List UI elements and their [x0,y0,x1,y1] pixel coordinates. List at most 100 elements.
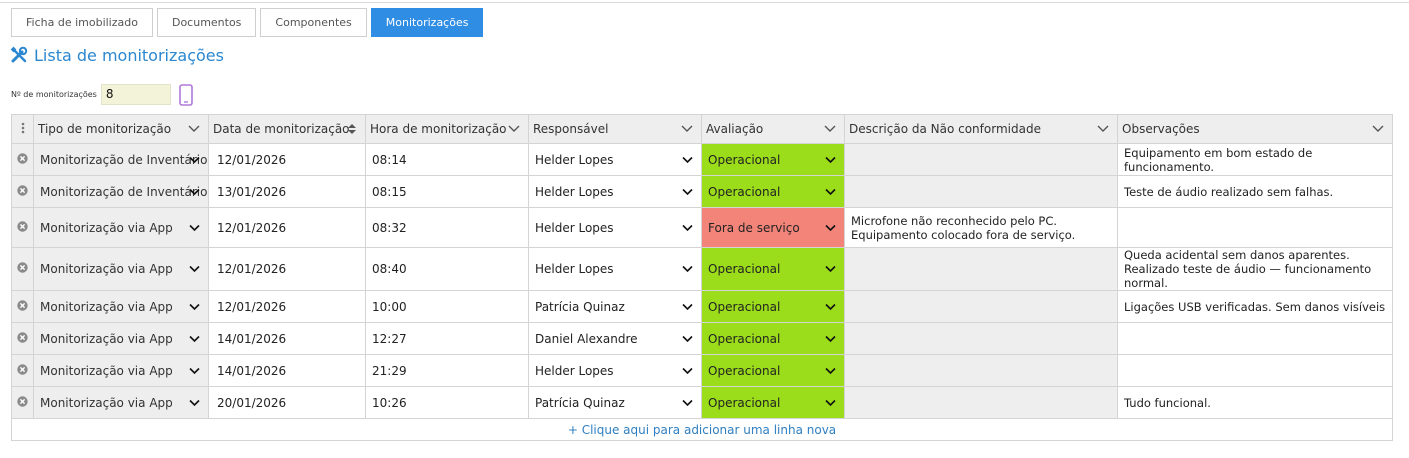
responsavel-select[interactable]: Helder Lopes [528,247,702,291]
chevron-down-icon[interactable] [508,123,520,133]
sort-icon[interactable] [347,123,357,135]
chevron-down-icon[interactable] [682,303,693,311]
chevron-down-icon[interactable] [825,224,836,232]
chevron-down-icon[interactable] [824,123,836,133]
tab-monitorizacoes[interactable]: Monitorizações [370,8,484,37]
tab-documentos[interactable]: Documentos [156,8,257,37]
chevron-down-icon[interactable] [188,123,200,133]
responsavel-select[interactable]: Daniel Alexandre [528,322,702,355]
responsavel-select[interactable]: Patrícia Quinaz [528,290,702,323]
remove-row-cell[interactable] [11,143,34,176]
avaliacao-select[interactable]: Operacional [701,175,845,208]
observacoes-field[interactable] [1117,354,1393,387]
observacoes-field[interactable] [1117,322,1393,355]
remove-row-icon[interactable] [17,395,28,407]
observacoes-field[interactable]: Ligações USB verificadas. Sem danos visí… [1117,290,1393,323]
responsavel-select[interactable]: Patrícia Quinaz [528,386,702,419]
remove-row-cell[interactable] [11,175,34,208]
remove-row-icon[interactable] [17,363,28,375]
add-row-link[interactable]: + Clique aqui para adicionar uma linha n… [568,423,836,437]
tipo-select[interactable]: Monitorização via App [33,207,209,248]
chevron-down-icon[interactable] [682,335,693,343]
column-responsavel[interactable]: Responsável [528,114,702,144]
descricao-field[interactable] [844,322,1118,355]
chevron-down-icon[interactable] [825,156,836,164]
observacoes-field[interactable]: Tudo funcional. [1117,386,1393,419]
tipo-select[interactable]: Monitorização via App [33,386,209,419]
column-observacoes[interactable]: Observações [1117,114,1393,144]
hora-field[interactable]: 21:29 [365,354,529,387]
remove-row-cell[interactable] [11,247,34,291]
avaliacao-select[interactable]: Operacional [701,386,845,419]
column-descricao[interactable]: Descrição da Não conformidade [844,114,1118,144]
remove-row-icon[interactable] [17,184,28,196]
responsavel-select[interactable]: Helder Lopes [528,143,702,176]
hora-field[interactable]: 12:27 [365,322,529,355]
observacoes-field[interactable]: Queda acidental sem danos aparentes. Rea… [1117,247,1393,291]
hora-field[interactable]: 10:00 [365,290,529,323]
chevron-down-icon[interactable] [681,123,693,133]
descricao-field[interactable] [844,386,1118,419]
chevron-down-icon[interactable] [189,399,200,407]
chevron-down-icon[interactable] [189,188,200,196]
column-tipo[interactable]: Tipo de monitorização [33,114,209,144]
remove-row-cell[interactable] [11,290,34,323]
observacoes-field[interactable]: Teste de áudio realizado sem falhas. [1117,175,1393,208]
data-field[interactable]: 12/01/2026 [208,290,366,323]
avaliacao-select[interactable]: Operacional [701,143,845,176]
data-field[interactable]: 20/01/2026 [208,386,366,419]
chevron-down-icon[interactable] [825,265,836,273]
avaliacao-select[interactable]: Operacional [701,354,845,387]
tipo-select[interactable]: Monitorização de Inventário [33,175,209,208]
chevron-down-icon[interactable] [682,265,693,273]
avaliacao-select[interactable]: Operacional [701,290,845,323]
avaliacao-select[interactable]: Fora de serviço [701,207,845,248]
responsavel-select[interactable]: Helder Lopes [528,354,702,387]
remove-row-icon[interactable] [17,262,28,273]
column-options-handle[interactable] [11,114,34,144]
descricao-field[interactable] [844,143,1118,176]
observacoes-field[interactable] [1117,207,1393,248]
remove-row-cell[interactable] [11,354,34,387]
chevron-down-icon[interactable] [682,224,693,232]
tab-componentes[interactable]: Componentes [260,8,367,37]
tipo-select[interactable]: Monitorização via App [33,354,209,387]
avaliacao-select[interactable]: Operacional [701,322,845,355]
data-field[interactable]: 14/01/2026 [208,354,366,387]
chevron-down-icon[interactable] [682,399,693,407]
avaliacao-select[interactable]: Operacional [701,247,845,291]
data-field[interactable]: 12/01/2026 [208,143,366,176]
column-data[interactable]: Data de monitorização [208,114,366,144]
descricao-field[interactable]: Microfone não reconhecido pelo PC. Equip… [844,207,1118,248]
hora-field[interactable]: 10:26 [365,386,529,419]
chevron-down-icon[interactable] [682,156,693,164]
remove-row-icon[interactable] [17,220,28,232]
chevron-down-icon[interactable] [825,335,836,343]
tipo-select[interactable]: Monitorização via App [33,247,209,291]
responsavel-select[interactable]: Helder Lopes [528,175,702,208]
count-field[interactable]: 8 [100,84,171,105]
chevron-down-icon[interactable] [825,399,836,407]
chevron-down-icon[interactable] [189,303,200,311]
chevron-down-icon[interactable] [1372,123,1384,133]
chevron-down-icon[interactable] [1097,123,1109,133]
chevron-down-icon[interactable] [189,335,200,343]
chevron-down-icon[interactable] [189,224,200,232]
chevron-down-icon[interactable] [189,156,200,164]
descricao-field[interactable] [844,175,1118,208]
descricao-field[interactable] [844,247,1118,291]
descricao-field[interactable] [844,354,1118,387]
data-field[interactable]: 12/01/2026 [208,207,366,248]
data-field[interactable]: 14/01/2026 [208,322,366,355]
chevron-down-icon[interactable] [682,188,693,196]
chevron-down-icon[interactable] [825,188,836,196]
hora-field[interactable]: 08:15 [365,175,529,208]
chevron-down-icon[interactable] [189,367,200,375]
remove-row-icon[interactable] [17,299,28,311]
remove-row-cell[interactable] [11,386,34,419]
observacoes-field[interactable]: Equipamento em bom estado de funcionamen… [1117,143,1393,176]
hora-field[interactable]: 08:32 [365,207,529,248]
responsavel-select[interactable]: Helder Lopes [528,207,702,248]
descricao-field[interactable] [844,290,1118,323]
column-avaliacao[interactable]: Avaliação [701,114,845,144]
